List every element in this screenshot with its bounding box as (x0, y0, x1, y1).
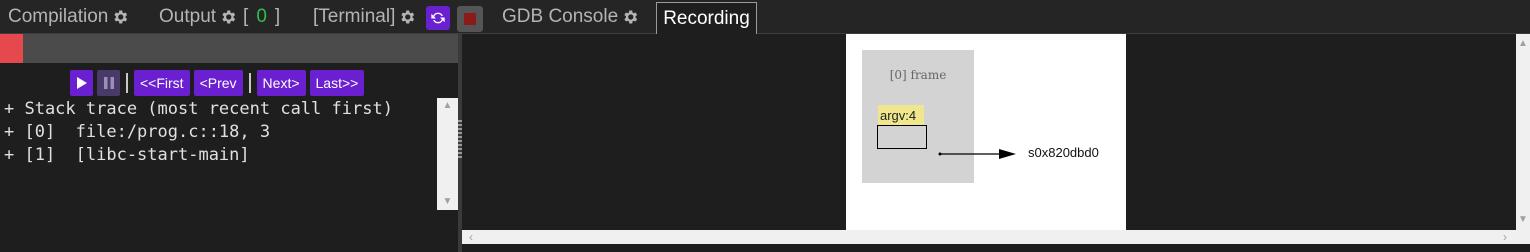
pointer-arrow (938, 149, 1016, 159)
stop-icon (464, 13, 476, 25)
pause-button[interactable] (97, 70, 120, 96)
first-button[interactable]: <<First (134, 70, 190, 96)
gear-icon[interactable] (111, 8, 129, 26)
panel-bottom-edge (462, 244, 1530, 252)
output-bracket-close: ] (274, 6, 281, 27)
pointer-target-value: s0x820dbd0 (1028, 145, 1099, 160)
stack-trace-text: + Stack trace (most recent call first) +… (4, 99, 393, 165)
divider (126, 73, 128, 93)
pause-icon (103, 77, 114, 89)
scroll-down-icon[interactable]: ▼ (1516, 212, 1530, 228)
refresh-button[interactable] (426, 6, 450, 30)
output-count: 0 (256, 6, 267, 27)
gear-icon[interactable] (398, 8, 416, 26)
scroll-up-icon[interactable]: ▲ (437, 98, 458, 114)
tab-gdb-console-label: GDB Console (502, 6, 619, 27)
tab-terminal-label: [Terminal] (313, 6, 396, 27)
memory-diagram: [0] frame argv:4 s0x820dbd0 (846, 34, 1126, 230)
tab-compilation[interactable]: Compilation (8, 0, 129, 34)
playback-controls: <<First <Prev Next> Last>> (70, 70, 368, 96)
vertical-scrollbar[interactable]: ▲ ▼ (1516, 34, 1530, 230)
tab-terminal[interactable]: [Terminal] (313, 0, 416, 34)
stack-trace-scrollbar[interactable]: ▲ ▼ (437, 98, 458, 210)
scroll-left-icon[interactable]: ‹ (464, 230, 478, 244)
scroll-down-icon[interactable]: ▼ (437, 194, 458, 210)
playback-progress-bar[interactable] (0, 34, 458, 63)
play-icon (76, 77, 87, 89)
horizontal-scrollbar[interactable]: ‹ › (462, 230, 1530, 244)
last-button[interactable]: Last>> (309, 70, 365, 96)
stop-button[interactable] (457, 6, 483, 32)
play-button[interactable] (70, 70, 93, 96)
scroll-up-icon[interactable]: ▲ (1516, 36, 1530, 52)
tab-output[interactable]: Output [ 0 ] (159, 0, 280, 34)
playback-progress-fill (0, 34, 23, 63)
gear-icon[interactable] (219, 8, 237, 26)
prev-button[interactable]: <Prev (193, 70, 243, 96)
tab-gdb-console[interactable]: GDB Console (502, 0, 639, 34)
tab-recording-label: Recording (663, 7, 750, 29)
memory-visualization-panel: [0] frame argv:4 s0x820dbd0 ▲ ▼ ‹ › (462, 34, 1530, 252)
stack-trace-panel: + Stack trace (most recent call first) +… (0, 98, 458, 210)
refresh-icon (431, 12, 445, 24)
next-button[interactable]: Next> (256, 70, 306, 96)
tab-output-label: Output (159, 6, 217, 27)
tab-recording[interactable]: Recording (656, 2, 757, 34)
scroll-right-icon[interactable]: › (1498, 230, 1512, 244)
tab-bar: Compilation Output [ 0 ] [Terminal] GDB … (0, 0, 1530, 34)
output-bracket-open: [ (243, 6, 249, 27)
gear-icon[interactable] (621, 8, 639, 26)
divider (248, 73, 251, 93)
recording-player-panel: <<First <Prev Next> Last>> + Stack trace… (0, 34, 458, 252)
tab-compilation-label: Compilation (8, 6, 109, 27)
